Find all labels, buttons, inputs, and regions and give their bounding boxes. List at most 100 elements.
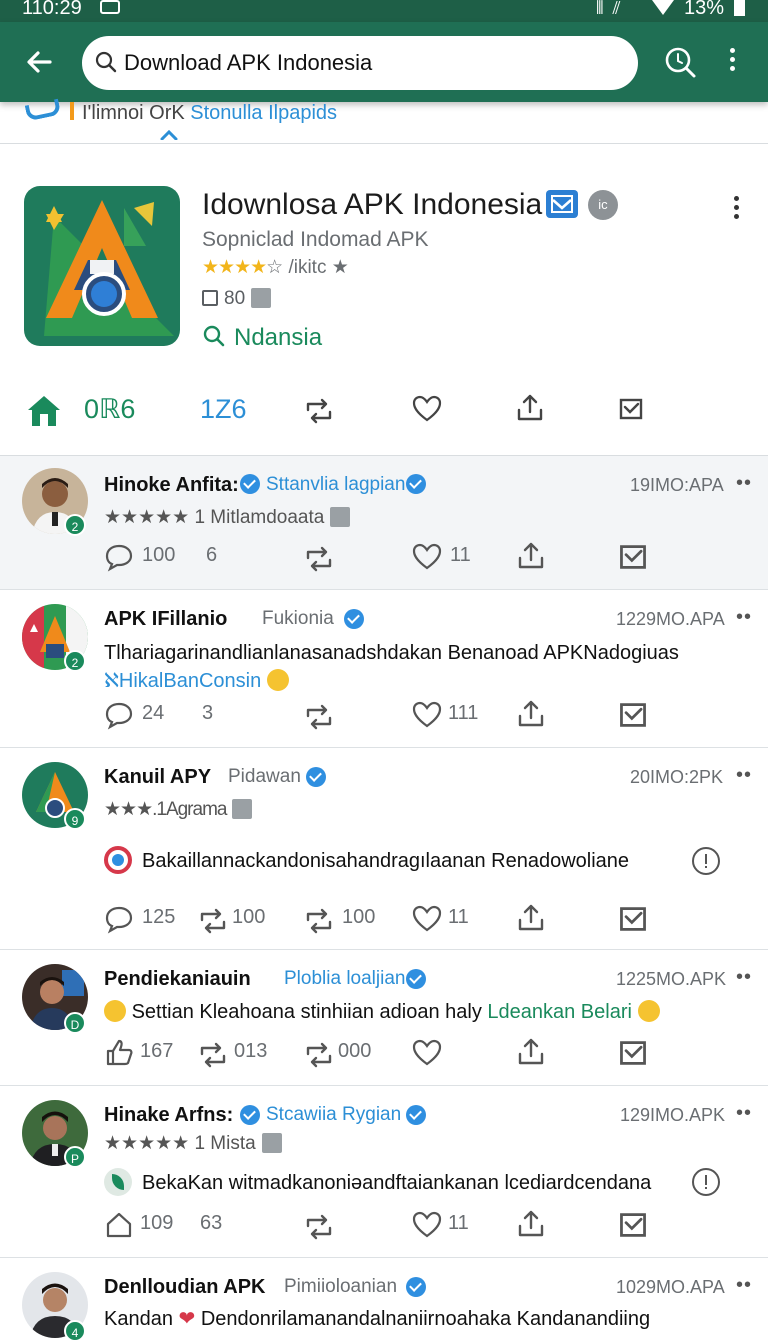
share-icon[interactable]: [516, 698, 546, 728]
post-actions: 24 3 111: [0, 700, 768, 730]
post-handle[interactable]: Pimiioloanian: [284, 1276, 397, 1298]
search-bar[interactable]: [82, 36, 638, 90]
heart-icon[interactable]: [412, 700, 442, 730]
post[interactable]: D Pendiekaniauin Ploblia loaljian 1225MO…: [0, 950, 768, 1086]
quote-icon[interactable]: [304, 906, 334, 936]
post-handle[interactable]: Fukionia: [262, 608, 334, 630]
post-author[interactable]: APK IFillanio: [104, 608, 227, 631]
post-time: 1029MO.APA: [616, 1277, 725, 1297]
smile-emoji-icon: [637, 1000, 660, 1022]
post[interactable]: P Hinake Arfns: Stcawiia Rygian 129IMO.A…: [0, 1086, 768, 1258]
heart-icon[interactable]: [412, 904, 442, 934]
share-icon[interactable]: [516, 392, 544, 422]
post-more-icon[interactable]: ••: [736, 1274, 752, 1297]
app-card[interactable]: Idownlosa APK Indonesia ic Sopniclad Ind…: [0, 144, 768, 456]
post-more-icon[interactable]: ••: [736, 606, 752, 629]
post-author[interactable]: Denlloudian APK: [104, 1276, 265, 1299]
image-icon: [330, 507, 351, 527]
home-icon[interactable]: [104, 1210, 134, 1240]
post-rating: ★★★★★ 1 Mitlamdoaata: [104, 506, 351, 529]
post-actions: 167 013 000: [0, 1038, 768, 1068]
retweet-icon[interactable]: [304, 1212, 334, 1242]
image-icon: [232, 799, 253, 819]
share-icon[interactable]: [516, 902, 546, 932]
subtitle-strip: I'limnoi OrK Stonulla Ilpapids: [0, 98, 768, 144]
retweet-icon[interactable]: [198, 906, 228, 936]
post-body-a: Tlhariagarinandlianlanasanadshdakan Bena…: [104, 642, 584, 664]
post-author[interactable]: Kanuil APY: [104, 766, 211, 789]
search-icon: [203, 325, 225, 347]
post-handle[interactable]: Pidawan: [228, 766, 301, 788]
reply-icon[interactable]: [104, 542, 134, 572]
app-logo-icon[interactable]: [24, 186, 180, 346]
bookmark-icon[interactable]: [618, 700, 648, 730]
smile-emoji-icon: [266, 669, 289, 691]
reply-icon[interactable]: [104, 904, 134, 934]
post-author[interactable]: Hinoke Anfita:: [104, 474, 239, 497]
retweet-count: 3: [202, 702, 214, 724]
share-icon[interactable]: [516, 1208, 546, 1238]
heart-icon[interactable]: [412, 542, 442, 572]
info-icon[interactable]: [692, 847, 720, 875]
info-icon[interactable]: [692, 1168, 720, 1196]
reply-icon[interactable]: [104, 700, 134, 730]
heart-icon[interactable]: [412, 1038, 442, 1068]
bookmark-icon[interactable]: [618, 396, 644, 422]
verified-icon: [240, 474, 260, 494]
post-body-a: Kandan: [104, 1308, 179, 1330]
post-author[interactable]: Hinake Arfns:: [104, 1104, 233, 1127]
retweet-icon[interactable]: [304, 544, 334, 574]
post-handle[interactable]: Stcawiia Rygian: [266, 1104, 401, 1126]
post-handle[interactable]: Sttanvlia lagpian: [266, 474, 405, 496]
heart-icon[interactable]: [412, 1210, 442, 1240]
post[interactable]: 2 Hinoke Anfita: Sttanvlia lagpian 19IMO…: [0, 456, 768, 590]
home-icon[interactable]: [24, 392, 64, 430]
bookmark-icon[interactable]: [618, 542, 648, 572]
avatar-badge: P: [64, 1146, 86, 1168]
heart-icon[interactable]: [412, 394, 442, 424]
search-button[interactable]: [662, 44, 698, 85]
reply-count: 167: [140, 1040, 174, 1062]
quote-icon[interactable]: [304, 1040, 334, 1070]
post[interactable]: 4 Denlloudian APK Pimiioloanian 1029MO.A…: [0, 1258, 768, 1344]
app-region[interactable]: Ndansia: [202, 324, 322, 352]
post-handle[interactable]: Ploblia loaljian: [284, 968, 405, 990]
retweet-icon[interactable]: [198, 1040, 228, 1070]
post-more-icon[interactable]: ••: [736, 472, 752, 495]
back-button[interactable]: [18, 40, 62, 84]
overflow-menu-button[interactable]: [730, 48, 735, 75]
region-label: Ndansia: [234, 324, 323, 351]
post-more-icon[interactable]: ••: [736, 1102, 752, 1125]
app-title: Idownlosa APK Indonesia: [202, 188, 543, 221]
post-author[interactable]: Pendiekaniauin: [104, 968, 251, 991]
retweet-icon[interactable]: [304, 398, 334, 424]
verified-icon: [406, 969, 426, 989]
post-more-icon[interactable]: ••: [736, 764, 752, 787]
post[interactable]: 9 Kanuil APY Pidawan 20IMO:2PK •• ★★★.1A…: [0, 748, 768, 950]
post-body-line2: ℵHikalBanConsin: [104, 668, 289, 693]
reply-count: 100: [142, 544, 176, 566]
like-count: 11: [450, 544, 471, 566]
post-hashtag[interactable]: ℵHikalBanConsin: [104, 670, 261, 692]
post-body-b: Dendonrilamanandalnaniirnoahaka Kandanan…: [195, 1308, 651, 1330]
app-size-value: 80: [224, 288, 246, 309]
verified-icon: [406, 1277, 426, 1297]
post-more-icon[interactable]: ••: [736, 966, 752, 989]
app-developer: Sopniclad Indomad APK: [202, 228, 429, 251]
reply-count: 109: [140, 1212, 174, 1234]
like-count: 111: [448, 702, 479, 724]
share-icon[interactable]: [516, 1036, 546, 1066]
chevron-up-icon[interactable]: [160, 130, 178, 140]
retweet-icon[interactable]: [304, 702, 334, 732]
search-input[interactable]: [124, 45, 614, 81]
share-icon[interactable]: [516, 540, 546, 570]
verified-icon: [406, 1105, 426, 1125]
post[interactable]: 2 APK IFillanio Fukionia 1229MO.APA •• T…: [0, 590, 768, 748]
card-more-button[interactable]: [734, 196, 739, 223]
bookmark-icon[interactable]: [618, 904, 648, 934]
rating-stars: ★★★★: [202, 257, 267, 278]
bookmark-icon[interactable]: [618, 1210, 648, 1240]
bookmark-icon[interactable]: [618, 1038, 648, 1068]
post-body: Kandan ❤ Dendonrilamanandalnaniirnoahaka…: [104, 1306, 650, 1331]
thumbs-up-icon[interactable]: [104, 1038, 134, 1068]
